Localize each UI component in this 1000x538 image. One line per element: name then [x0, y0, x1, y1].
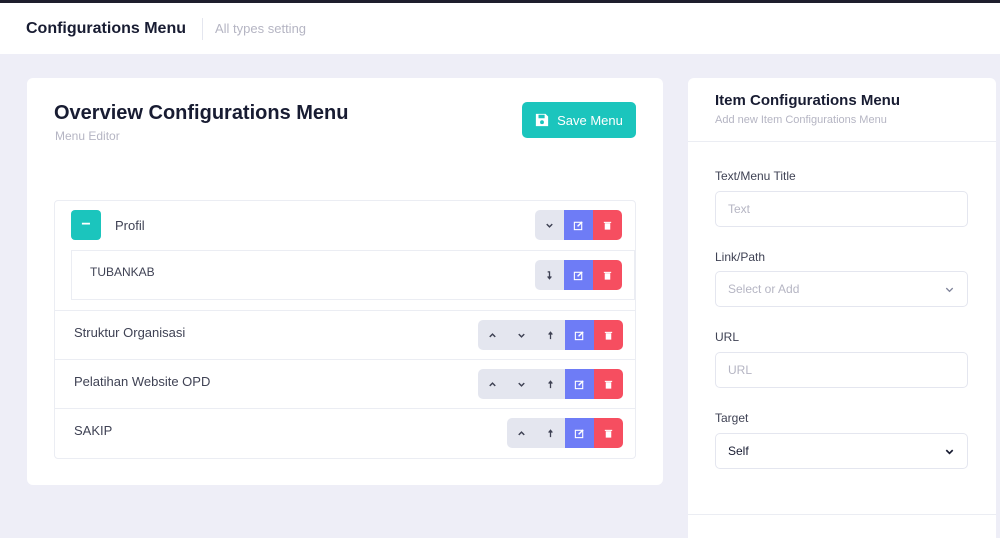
url-input[interactable]: URL — [715, 352, 968, 388]
chevron-down-icon — [518, 382, 525, 387]
chevron-up-icon — [518, 430, 525, 435]
form-header-divider — [688, 141, 996, 142]
link-field-label: Link/Path — [715, 250, 766, 264]
menu-item-label: Profil — [115, 218, 145, 233]
edit-button[interactable] — [565, 320, 594, 350]
move-down-button[interactable] — [535, 210, 564, 240]
trash-icon — [604, 429, 613, 438]
submenu-item-tubankab[interactable]: TUBANKAB — [71, 250, 635, 300]
url-field-label: URL — [715, 330, 740, 344]
trash-icon — [603, 221, 612, 230]
overview-title: Overview Configurations Menu — [54, 102, 349, 124]
indent-button[interactable] — [536, 320, 565, 350]
menu-tree: − Profil TUBANKAB Struktur Organisasi Pe… — [54, 200, 636, 459]
form-footer-divider — [688, 514, 996, 515]
submenu-actions — [535, 260, 622, 290]
delete-button[interactable] — [594, 320, 623, 350]
item-actions — [535, 210, 622, 240]
menu-item-struktur-organisasi[interactable]: Struktur Organisasi — [55, 311, 635, 359]
edit-button[interactable] — [565, 369, 594, 399]
target-field-label: Target — [715, 411, 749, 425]
menu-item-label: SAKIP — [74, 423, 113, 438]
trash-icon — [604, 331, 613, 340]
chevron-down-icon — [945, 287, 954, 293]
menu-item-label: Pelatihan Website OPD — [74, 374, 211, 389]
level-down-icon — [547, 270, 552, 280]
edit-icon — [573, 270, 583, 280]
submenu-item-label: TUBANKAB — [90, 265, 155, 279]
trash-icon — [603, 271, 612, 280]
edit-button[interactable] — [565, 418, 594, 448]
form-subtitle: Add new Item Configurations Menu — [715, 114, 887, 126]
page-subtitle: All types setting — [214, 21, 307, 36]
chevron-down-icon — [546, 223, 553, 228]
item-config-card: Item Configurations Menu Add new Item Co… — [688, 78, 996, 538]
form-title: Item Configurations Menu — [715, 92, 900, 109]
edit-icon — [574, 330, 584, 340]
delete-button[interactable] — [593, 260, 622, 290]
level-up-icon — [548, 428, 553, 437]
delete-button[interactable] — [594, 369, 623, 399]
outdent-button[interactable] — [535, 260, 564, 290]
menu-item-sakip[interactable]: SAKIP — [55, 409, 635, 457]
item-actions — [507, 418, 623, 448]
text-field-label: Text/Menu Title — [715, 169, 796, 183]
indent-button[interactable] — [536, 369, 565, 399]
save-menu-button[interactable]: Save Menu — [522, 102, 636, 138]
delete-button[interactable] — [594, 418, 623, 448]
text-input[interactable]: Text — [715, 191, 968, 227]
move-down-button[interactable] — [507, 320, 536, 350]
edit-icon — [573, 220, 583, 230]
edit-icon — [574, 379, 584, 389]
menu-item-pelatihan-website-opd[interactable]: Pelatihan Website OPD — [55, 360, 635, 408]
level-up-icon — [548, 379, 553, 388]
indent-button[interactable] — [536, 418, 565, 448]
page-title: Configurations Menu — [26, 19, 186, 37]
chevron-up-icon — [489, 381, 496, 386]
save-icon — [535, 113, 549, 127]
item-actions — [478, 369, 623, 399]
link-select[interactable]: Select or Add — [715, 271, 968, 307]
edit-button[interactable] — [564, 210, 593, 240]
level-up-icon — [548, 330, 553, 339]
edit-icon — [574, 428, 584, 438]
title-divider — [201, 17, 203, 40]
target-select-value: Self — [728, 444, 749, 458]
chevron-down-icon — [518, 333, 525, 338]
chevron-down-icon — [945, 449, 954, 455]
save-menu-label: Save Menu — [557, 112, 623, 128]
top-bar: Configurations Menu All types setting — [0, 0, 1000, 54]
collapse-button[interactable]: − — [71, 210, 101, 240]
move-up-button[interactable] — [478, 369, 507, 399]
edit-button[interactable] — [564, 260, 593, 290]
link-select-placeholder: Select or Add — [728, 282, 800, 296]
overview-card: Overview Configurations Menu Menu Editor… — [27, 78, 663, 485]
move-down-button[interactable] — [507, 369, 536, 399]
item-actions — [478, 320, 623, 350]
trash-icon — [604, 380, 613, 389]
delete-button[interactable] — [593, 210, 622, 240]
target-select[interactable]: Self — [715, 433, 968, 469]
overview-subtitle: Menu Editor — [55, 129, 120, 143]
move-up-button[interactable] — [507, 418, 536, 448]
chevron-up-icon — [489, 332, 496, 337]
menu-item-profil[interactable]: − Profil TUBANKAB — [55, 201, 635, 301]
move-up-button[interactable] — [478, 320, 507, 350]
menu-item-label: Struktur Organisasi — [74, 325, 186, 340]
